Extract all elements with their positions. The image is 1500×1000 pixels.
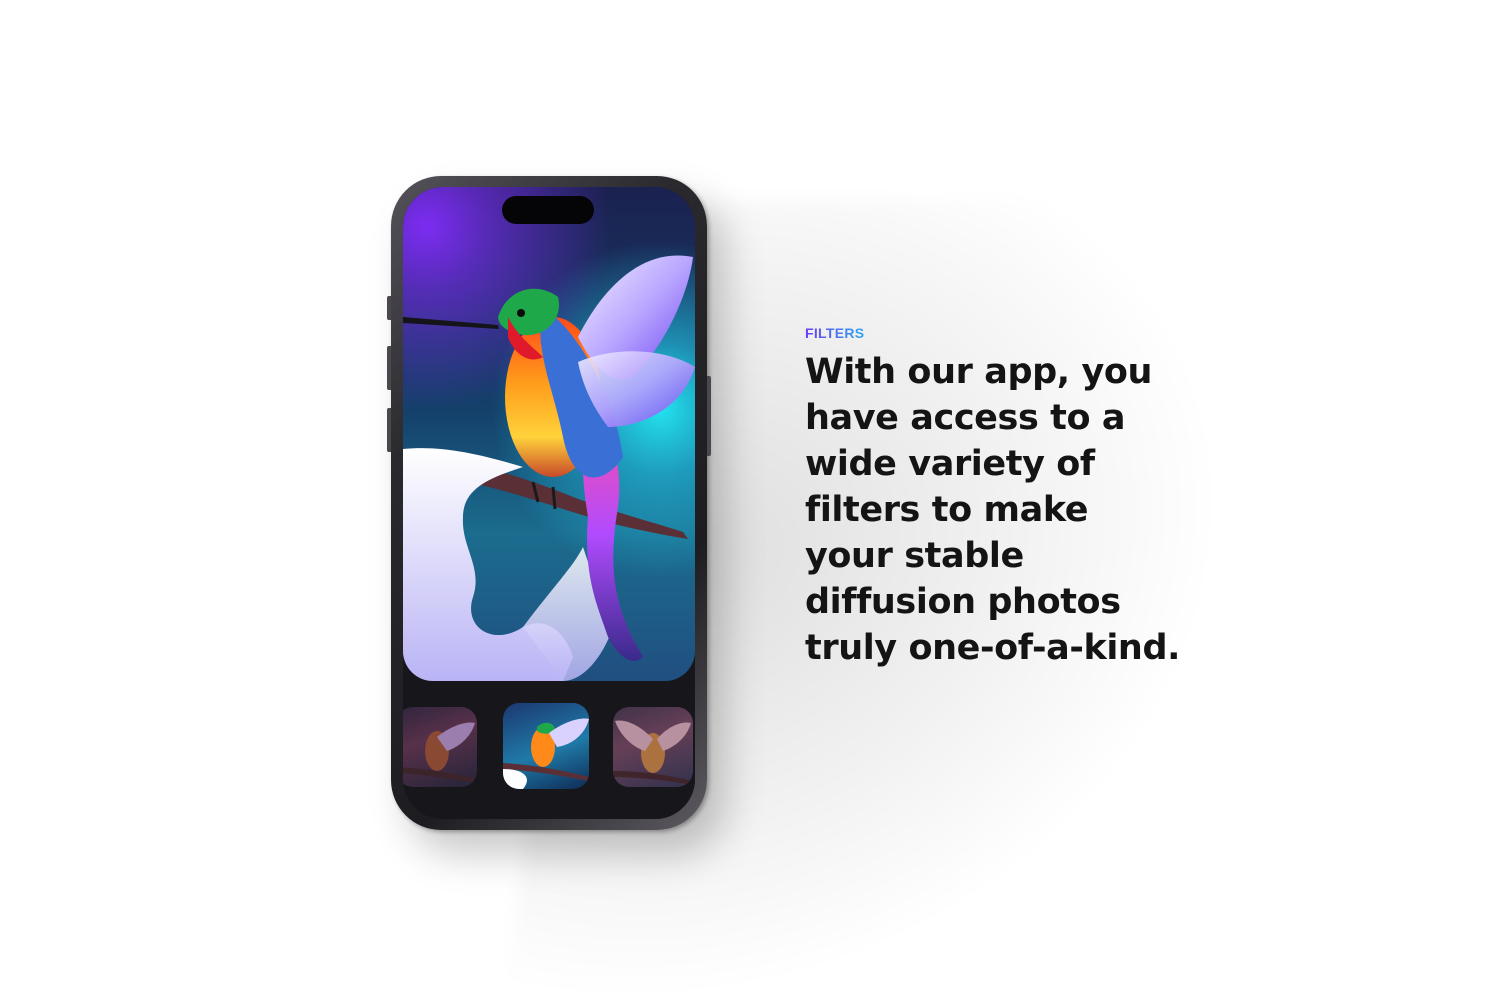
filter-thumbnail-3[interactable] <box>613 707 693 787</box>
filter-thumbnail-strip <box>403 681 695 819</box>
phone-volume-down-button <box>387 408 391 452</box>
phone-screen <box>403 187 695 819</box>
phone-volume-up-button <box>387 346 391 390</box>
filter-thumbnail-1[interactable] <box>403 707 477 787</box>
hummingbird-thumbnail <box>403 722 477 783</box>
dynamic-island <box>502 196 594 224</box>
feature-text-block: FILTERS With our app, you have access to… <box>805 325 1185 671</box>
hummingbird-thumbnail <box>613 720 693 785</box>
main-filtered-image[interactable] <box>403 187 695 681</box>
hummingbird-thumbnail <box>503 718 589 789</box>
phone-action-button <box>387 296 391 320</box>
phone-mockup <box>387 176 711 830</box>
section-eyebrow: FILTERS <box>805 325 865 341</box>
phone-power-button <box>707 376 711 456</box>
feature-headline: With our app, you have access to a wide … <box>805 352 1181 668</box>
filter-thumbnail-2[interactable] <box>503 703 589 789</box>
hummingbird-illustration <box>403 255 695 681</box>
